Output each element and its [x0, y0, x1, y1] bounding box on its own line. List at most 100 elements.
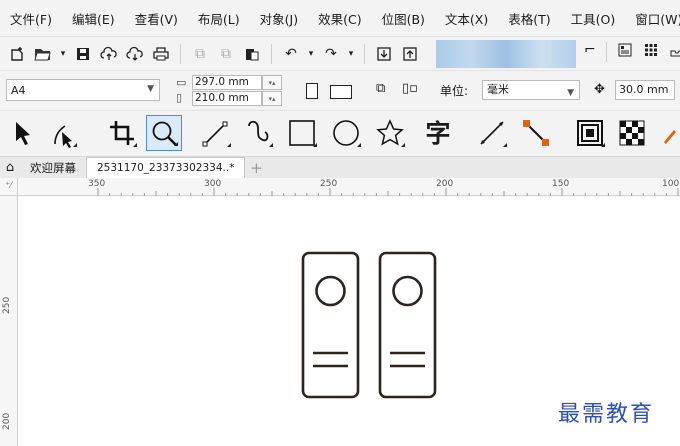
current-page-icon[interactable]: ▯▫ [402, 81, 418, 96]
drawing-canvas[interactable]: 最需教育 [18, 196, 680, 446]
toolbar-divider [605, 42, 607, 62]
flyout-indicator [503, 143, 507, 147]
export-icon[interactable] [399, 43, 421, 65]
page-height-icon: ▯ [176, 91, 183, 104]
connector-tool-icon[interactable] [518, 115, 554, 151]
polygon-tool-icon[interactable] [372, 115, 408, 151]
save-icon[interactable] [72, 43, 94, 65]
menu-tools[interactable]: 工具(O) [571, 9, 616, 28]
page-width-stepper[interactable]: ▾▴ [262, 75, 282, 90]
menu-bitmaps[interactable]: 位图(B) [382, 9, 425, 28]
menu-file[interactable]: 文件(F) [10, 9, 52, 28]
interactive-fill-icon[interactable] [660, 115, 680, 151]
binder-left [301, 251, 360, 399]
page-height-stepper[interactable]: ▾▴ [262, 91, 282, 106]
cloud-download-icon[interactable] [124, 43, 146, 65]
ruler-label: 200 [2, 412, 12, 430]
menu-table[interactable]: 表格(T) [508, 9, 550, 28]
standard-toolbar: ▾ ⧉ ⧉ ↶ ▾ ↷ ▾ [0, 36, 680, 70]
chevron-down-icon[interactable]: ▾ [346, 43, 356, 65]
units-dropdown[interactable]: 毫米 ▼ [482, 80, 580, 100]
flyout-indicator [133, 143, 137, 147]
undo-icon[interactable]: ↶ [280, 43, 302, 65]
horizontal-ruler[interactable]: 350 300 250 200 150 100 [18, 178, 680, 196]
toolbar-divider [364, 43, 365, 64]
blurred-region [436, 40, 576, 68]
home-icon[interactable]: ⌂ [0, 157, 20, 178]
landscape-button[interactable] [330, 85, 352, 99]
nudge-distance-field[interactable]: 30.0 mm [615, 80, 675, 100]
page-size-dropdown[interactable]: A4 ▼ [6, 79, 160, 101]
app-launcher-icon[interactable] [643, 42, 659, 62]
menu-layout[interactable]: 布局(L) [198, 9, 240, 28]
page-size-value: A4 [11, 83, 26, 97]
chevron-down-icon[interactable]: ▾ [306, 43, 316, 65]
binder-left-label [313, 351, 348, 368]
units-label: 单位: [440, 84, 469, 98]
add-tab-button[interactable]: + [245, 157, 267, 178]
freehand-tool-icon[interactable] [198, 115, 234, 151]
ruler-origin-glyph: ⁺⁄ [5, 181, 12, 191]
new-document-icon[interactable] [6, 43, 28, 65]
rectangle-tool-icon[interactable] [284, 115, 320, 151]
shape-tool-icon[interactable] [44, 115, 80, 151]
binder-right [378, 251, 437, 399]
artistic-media-icon[interactable] [240, 115, 276, 151]
page-height-field[interactable]: 210.0 mm [192, 91, 262, 106]
crop-tool-icon[interactable] [104, 115, 140, 151]
redo-icon[interactable]: ↷ [320, 43, 342, 65]
portrait-button[interactable] [306, 83, 318, 99]
flyout-indicator [313, 143, 317, 147]
page-width-icon: ▭ [176, 76, 187, 89]
ruler-label: 350 [88, 179, 106, 189]
text-tool-glyph: 字 [425, 118, 451, 148]
flyout-indicator [601, 143, 605, 147]
ruler-label: 250 [320, 179, 338, 189]
snap-icon[interactable]: ⌐ [584, 42, 596, 62]
menu-object[interactable]: 对象(J) [260, 9, 298, 28]
menu-window[interactable]: 窗口(W) [635, 9, 680, 28]
copy-icon[interactable]: ⧉ [189, 43, 211, 65]
toolbar-divider [180, 43, 181, 64]
ruler-label: 250 [2, 296, 12, 314]
dimension-tool-icon[interactable] [474, 115, 510, 151]
vertical-ruler[interactable]: 250 200 [0, 196, 18, 446]
transparency-tool-icon[interactable] [614, 115, 650, 151]
page-width-field[interactable]: 297.0 mm [192, 75, 262, 90]
import-icon[interactable] [373, 43, 395, 65]
text-tool-icon[interactable]: 字 [420, 115, 456, 151]
pick-tool-icon[interactable] [4, 115, 40, 151]
menu-effects[interactable]: 效果(C) [318, 9, 361, 28]
zoom-tool-icon[interactable] [146, 115, 182, 151]
paste-icon[interactable]: ⧉ [215, 43, 237, 65]
binder-drawing[interactable] [301, 251, 455, 399]
chevron-down-icon[interactable]: ▾ [58, 43, 68, 65]
units-value: 毫米 [487, 83, 509, 96]
flyout-indicator [401, 143, 405, 147]
welcome-screen-icon[interactable] [617, 42, 633, 62]
tab-welcome[interactable]: 欢迎屏幕 [20, 157, 86, 178]
open-folder-icon[interactable] [32, 43, 54, 65]
menu-edit[interactable]: 编辑(E) [72, 9, 115, 28]
menu-view[interactable]: 查看(V) [135, 9, 178, 28]
flyout-indicator [73, 143, 77, 147]
toolbar-right-icons: ⌐ [584, 42, 680, 62]
tab-document[interactable]: 2531170_23373302334..* [86, 157, 246, 178]
print-icon[interactable] [150, 43, 172, 65]
binder-right-ring [392, 275, 423, 307]
cloud-upload-icon[interactable] [98, 43, 120, 65]
toolbar-divider [271, 43, 272, 64]
document-tabs: ⌂ 欢迎屏幕 2531170_23373302334..* + [0, 156, 680, 178]
menu-bar: 文件(F) 编辑(E) 查看(V) 布局(L) 对象(J) 效果(C) 位图(B… [0, 0, 680, 36]
drop-shadow-tool-icon[interactable] [572, 115, 608, 151]
all-pages-icon[interactable]: ⧉ [376, 81, 385, 96]
tray-icon[interactable] [669, 42, 680, 62]
clipboard-icon[interactable] [241, 43, 263, 65]
watermark: 最需教育 [558, 402, 655, 427]
menu-text[interactable]: 文本(X) [445, 9, 488, 28]
ruler-label: 100 [662, 179, 680, 189]
toolbox: 字 [0, 110, 680, 156]
ruler-label: 150 [552, 179, 570, 189]
ruler-origin[interactable]: ⁺⁄ [0, 178, 18, 196]
ellipse-tool-icon[interactable] [328, 115, 364, 151]
